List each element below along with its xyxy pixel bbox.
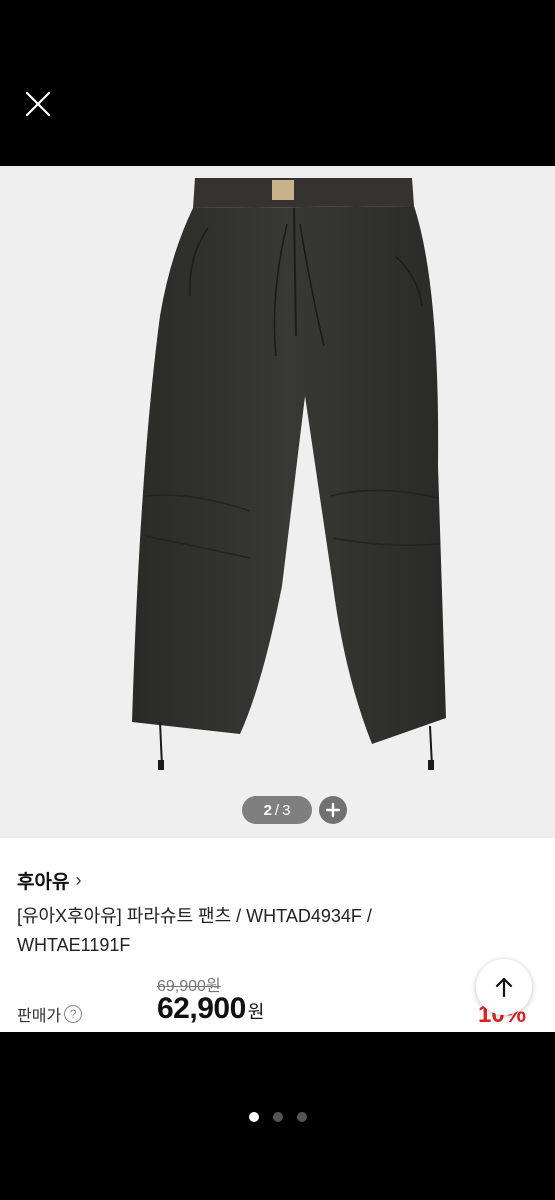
price-label-row: 판매가 ? (17, 1002, 83, 1026)
brand-name: 후아유 (17, 872, 70, 893)
gallery-dot-2[interactable] (272, 1112, 283, 1122)
product-card: 2 / 3 후아유 › [유아X후아유] 파라슈트 팬츠 / WHTAD4934… (0, 166, 555, 1032)
gallery-dot-3[interactable] (296, 1112, 307, 1122)
pager-total: 3 (282, 801, 291, 819)
pager-separator: / (274, 801, 280, 819)
close-icon (25, 91, 51, 117)
sale-price: 62,900 원 (157, 992, 264, 1026)
price-label: 판매가 (17, 1008, 62, 1025)
chevron-right-icon: › (75, 870, 82, 890)
arrow-up-icon (495, 977, 513, 998)
brand-link[interactable]: 후아유 › (17, 867, 81, 894)
scroll-top-button[interactable] (476, 959, 532, 1015)
product-title: [유아X후아유] 파라슈트 팬츠 / WHTAD4934F / WHTAE119… (17, 906, 372, 955)
help-icon[interactable]: ? (64, 1005, 83, 1023)
zoom-button[interactable] (319, 796, 347, 824)
close-button[interactable] (22, 88, 54, 120)
price-unit: 원 (247, 1002, 265, 1022)
product-image[interactable]: 2 / 3 (0, 166, 555, 838)
image-pager: 2 / 3 (242, 796, 312, 824)
gallery-dots (0, 1112, 555, 1122)
sale-price-value: 62,900 (157, 992, 246, 1025)
gallery-dot-1[interactable] (248, 1112, 259, 1122)
plus-icon (325, 802, 341, 818)
pager-current: 2 (263, 801, 272, 819)
pants-illustration (132, 178, 446, 770)
